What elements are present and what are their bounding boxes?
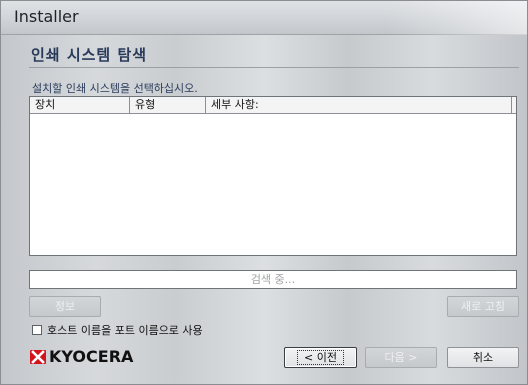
next-button-label: 다음 > bbox=[384, 351, 418, 364]
window-title: Installer bbox=[14, 7, 79, 26]
cancel-button[interactable]: 취소 bbox=[447, 347, 519, 368]
use-hostname-option[interactable]: 호스트 이름을 포트 이름으로 사용 bbox=[32, 322, 203, 338]
title-bar-highlight bbox=[387, 1, 527, 35]
column-header-details[interactable]: 세부 사항: bbox=[206, 97, 512, 113]
back-button-label: < 이전 bbox=[297, 350, 344, 365]
page-title: 인쇄 시스템 탐색 bbox=[31, 46, 148, 64]
column-header-type[interactable]: 유형 bbox=[130, 97, 206, 113]
search-progress-bar: 검색 중... bbox=[29, 270, 517, 289]
kyocera-logo: KYOCERA bbox=[30, 347, 133, 366]
cancel-button-label: 취소 bbox=[472, 351, 494, 364]
printer-list[interactable]: 장치 유형 세부 사항: bbox=[29, 96, 517, 256]
column-header-device[interactable]: 장치 bbox=[30, 97, 130, 113]
refresh-button[interactable]: 새로 고침 bbox=[447, 296, 519, 317]
back-button[interactable]: < 이전 bbox=[284, 347, 357, 368]
kyocera-logo-mark-icon bbox=[30, 349, 46, 364]
next-button[interactable]: 다음 > bbox=[365, 347, 437, 368]
search-status-text: 검색 중... bbox=[250, 273, 296, 286]
title-bar: Installer bbox=[1, 1, 527, 35]
heading-divider bbox=[29, 67, 519, 68]
installer-window: Installer 인쇄 시스템 탐색 설치할 인쇄 시스템을 선택하십시오. … bbox=[0, 0, 528, 385]
use-hostname-checkbox[interactable] bbox=[32, 325, 42, 335]
refresh-button-label: 새로 고침 bbox=[461, 300, 505, 313]
use-hostname-label: 호스트 이름을 포트 이름으로 사용 bbox=[47, 324, 203, 337]
logo-text: KYOCERA bbox=[49, 347, 134, 366]
instruction-text: 설치할 인쇄 시스템을 선택하십시오. bbox=[32, 82, 198, 95]
info-button-label: 정보 bbox=[54, 300, 76, 313]
info-button[interactable]: 정보 bbox=[29, 296, 101, 317]
list-header: 장치 유형 세부 사항: bbox=[30, 97, 516, 114]
